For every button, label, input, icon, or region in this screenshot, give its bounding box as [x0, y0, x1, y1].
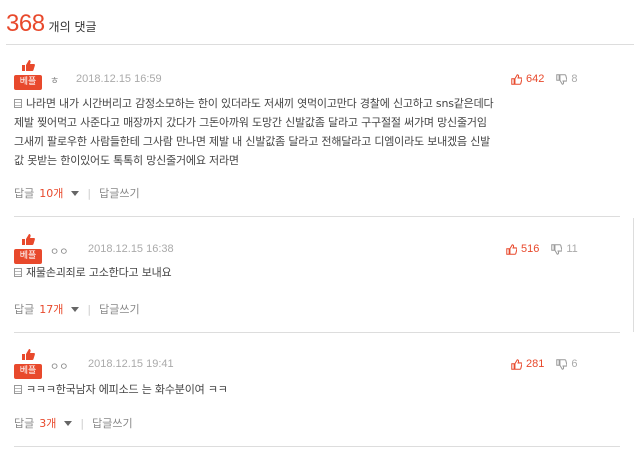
- chevron-down-icon[interactable]: [71, 306, 80, 312]
- separator: |: [87, 186, 92, 200]
- reply-label: 답글: [14, 303, 35, 316]
- comment-count-label: 개의 댓글: [48, 20, 97, 34]
- reply-label: 답글: [14, 187, 35, 200]
- comment-date: 2018.12.15 16:38: [88, 243, 174, 255]
- thumbs-up-icon: [22, 234, 35, 245]
- separator: |: [80, 416, 85, 430]
- comment-date: 2018.12.15 16:59: [76, 73, 162, 85]
- thumbs-down-icon: [556, 358, 568, 370]
- upvote-count: 642: [526, 73, 545, 85]
- separator: |: [87, 302, 92, 316]
- vote-group: 516 11: [506, 243, 578, 255]
- comment-body: 나라면 내가 시간버리고 감정소모하는 한이 있더라도 저새끼 엿먹이고만다 경…: [14, 94, 494, 170]
- comment-body: ㅋㅋㅋ한국남자 에피소드 는 화수분이여 ㅋㅋ: [14, 380, 228, 399]
- best-badge-group: 베플: [14, 230, 42, 264]
- thumbs-down-icon: [551, 243, 563, 255]
- thumbs-up-icon: [22, 60, 35, 71]
- comment-line: 그새끼 팔로우한 사람들한테 그사람 만나면 제발 내 신발값좀 달라고 전해달…: [14, 135, 491, 148]
- comment-nickname[interactable]: ㅇㅇ: [50, 243, 68, 258]
- thumbs-down-icon: [556, 73, 568, 85]
- thumbs-up-icon: [511, 358, 522, 370]
- comment-footer: 답글 17개 | 답글쓰기: [14, 301, 140, 317]
- comment-line: 값 못받는 한이있어도 톡톡히 망신줄거에요 저라면: [14, 154, 239, 167]
- upvote-button[interactable]: 642: [511, 73, 544, 85]
- reply-label: 답글: [14, 417, 35, 430]
- thumbs-up-icon: [22, 349, 35, 360]
- comment-line: 재물손괴죄로 고소한다고 보내요: [14, 263, 172, 282]
- downvote-button[interactable]: 6: [556, 358, 577, 370]
- reply-toggle[interactable]: 답글 17개: [14, 301, 63, 317]
- upvote-count: 516: [521, 243, 540, 255]
- document-icon: [14, 268, 22, 277]
- comment-divider: [14, 332, 620, 333]
- best-comment-badge: 베플: [14, 75, 42, 90]
- best-badge-group: 베플: [14, 56, 42, 90]
- document-icon: [14, 385, 22, 394]
- comment-nickname[interactable]: ㅇㅇ: [50, 358, 68, 373]
- downvote-count: 8: [571, 73, 578, 85]
- write-reply-link[interactable]: 답글쓰기: [99, 301, 139, 317]
- best-comment-badge: 베플: [14, 249, 42, 264]
- comment-line: 제발 찢어먹고 사준다고 매장까지 갔다가 그돈아까워 도망간 신발값좀 달라고…: [14, 116, 487, 129]
- reply-toggle[interactable]: 답글 3개: [14, 415, 56, 431]
- vote-group: 642 8: [511, 73, 577, 85]
- comment-nickname[interactable]: ㅎ: [50, 72, 59, 87]
- best-comment-badge: 베플: [14, 364, 42, 379]
- comment-footer: 답글 3개 | 답글쓰기: [14, 415, 133, 431]
- comment-date: 2018.12.15 19:41: [88, 358, 174, 370]
- document-icon: [14, 99, 22, 108]
- comment-line-text: ㅋㅋㅋ한국남자 에피소드 는 화수분이여 ㅋㅋ: [26, 383, 228, 396]
- chevron-down-icon[interactable]: [64, 420, 73, 426]
- reply-count: 3개: [39, 417, 57, 430]
- write-reply-link[interactable]: 답글쓰기: [99, 185, 139, 201]
- write-reply-link[interactable]: 답글쓰기: [92, 415, 132, 431]
- reply-count: 10개: [39, 187, 64, 200]
- comment-line: ㅋㅋㅋ한국남자 에피소드 는 화수분이여 ㅋㅋ: [14, 380, 228, 399]
- thumbs-up-icon: [506, 243, 517, 255]
- comment-line-text: 재물손괴죄로 고소한다고 보내요: [26, 266, 172, 279]
- side-panel-edge: [633, 218, 640, 332]
- comment-count: 368: [6, 10, 45, 37]
- best-badge-group: 베플: [14, 345, 42, 379]
- thumbs-up-icon: [511, 73, 522, 85]
- vote-group: 281 6: [511, 358, 577, 370]
- comment-line: 나라면 내가 시간버리고 감정소모하는 한이 있더라도 저새끼 엿먹이고만다 경…: [14, 94, 494, 113]
- comment-divider: [14, 216, 620, 217]
- comment-line-text: 나라면 내가 시간버리고 감정소모하는 한이 있더라도 저새끼 엿먹이고만다 경…: [26, 97, 494, 110]
- downvote-count: 6: [571, 358, 578, 370]
- chevron-down-icon[interactable]: [71, 190, 80, 196]
- comment-footer: 답글 10개 | 답글쓰기: [14, 185, 140, 201]
- downvote-button[interactable]: 8: [556, 73, 577, 85]
- upvote-button[interactable]: 281: [511, 358, 544, 370]
- upvote-count: 281: [526, 358, 545, 370]
- upvote-button[interactable]: 516: [506, 243, 539, 255]
- downvote-count: 11: [566, 243, 578, 255]
- reply-toggle[interactable]: 답글 10개: [14, 185, 63, 201]
- downvote-button[interactable]: 11: [551, 243, 578, 255]
- comment-body: 재물손괴죄로 고소한다고 보내요: [14, 263, 172, 282]
- comment-divider: [14, 446, 620, 447]
- header-divider: [6, 44, 634, 45]
- comment-count-header: 368 개의 댓글: [6, 10, 97, 38]
- reply-count: 17개: [39, 303, 64, 316]
